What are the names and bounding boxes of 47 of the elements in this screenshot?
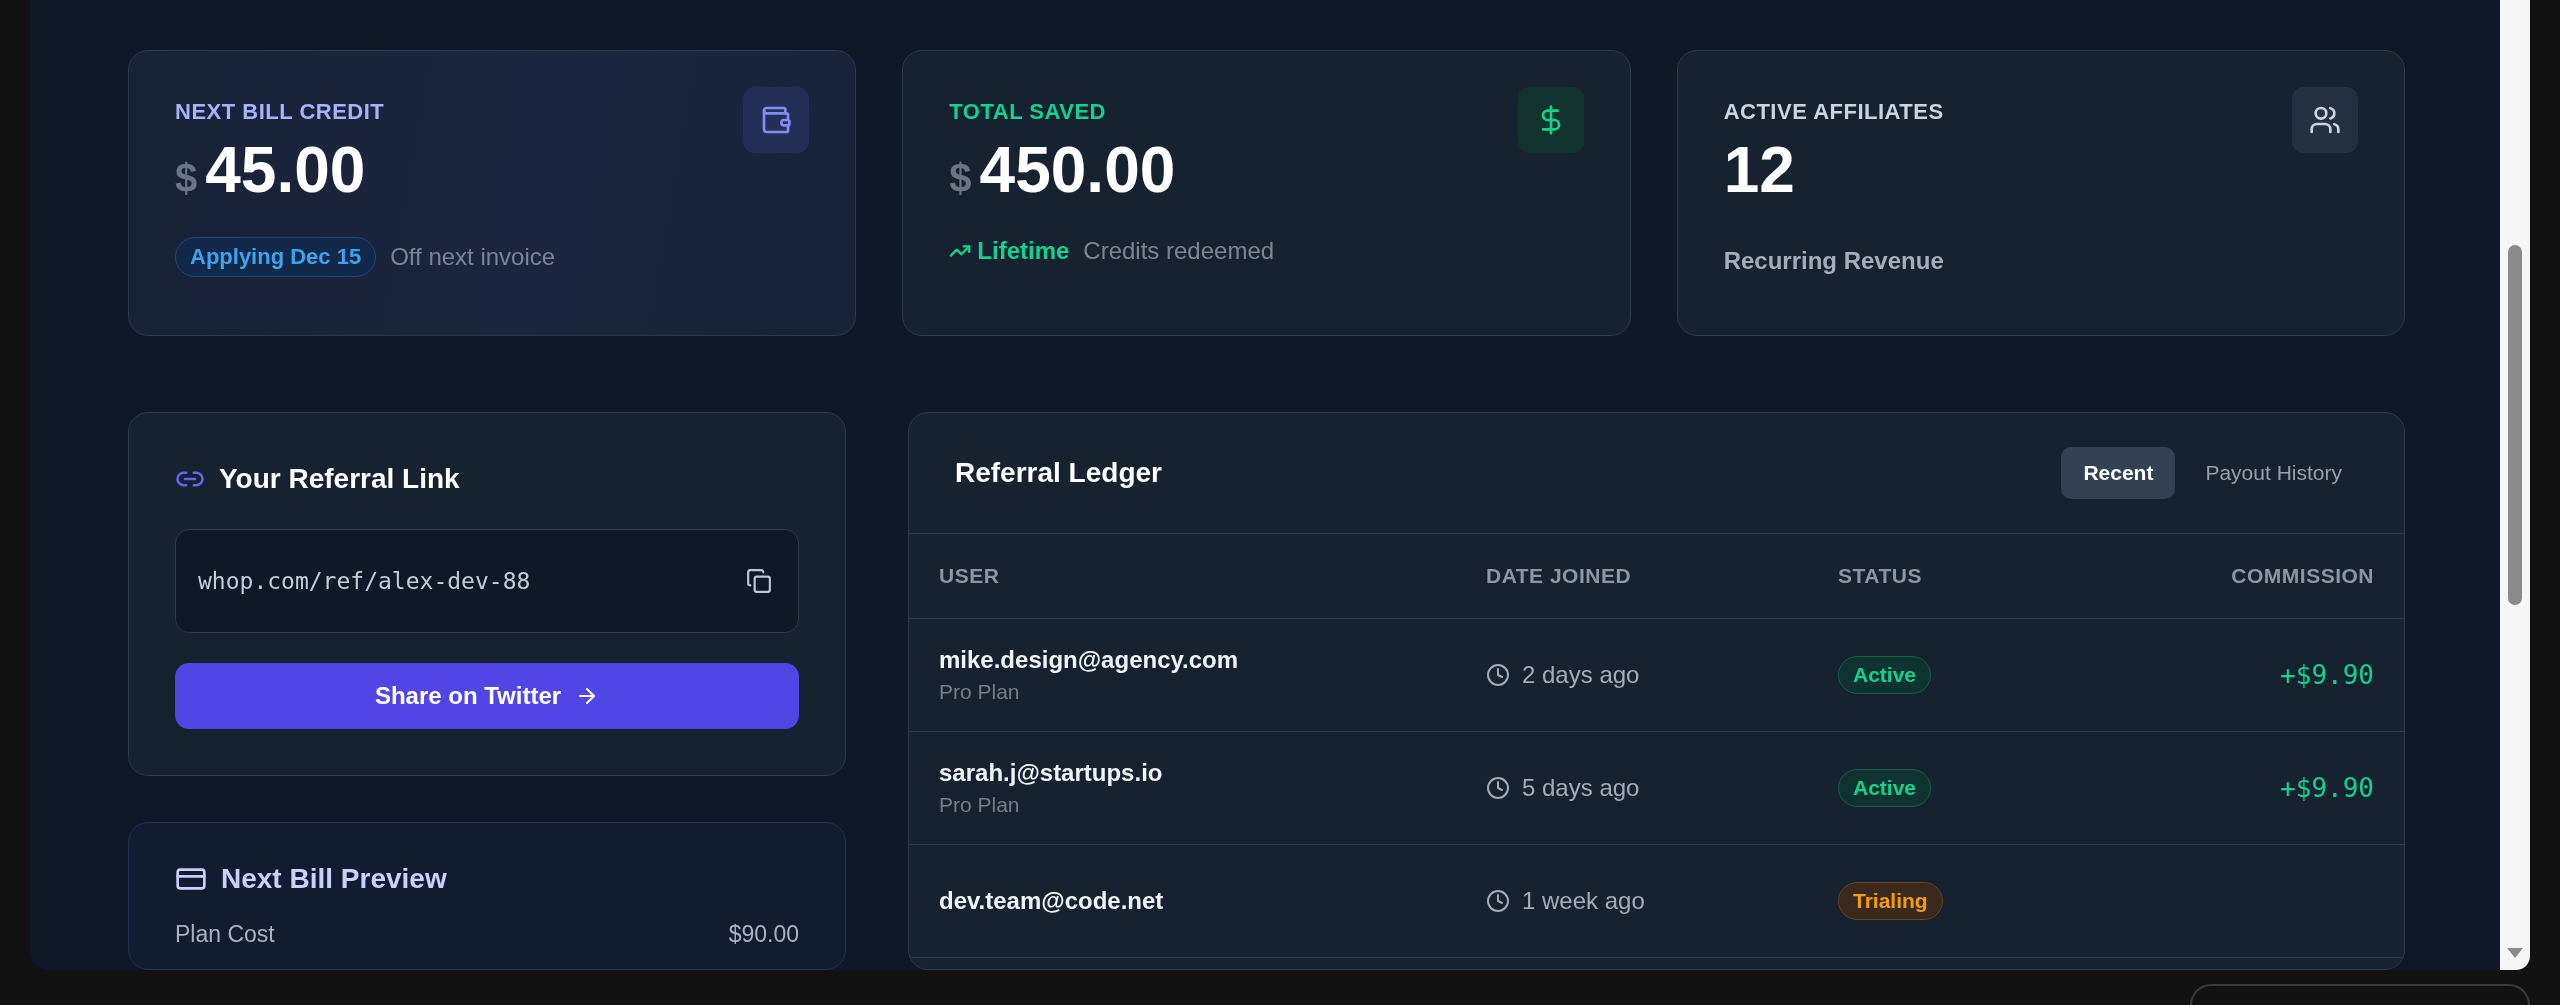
trend-text: Lifetime (977, 237, 1070, 265)
column-header: DATE JOINED (1486, 534, 1838, 619)
date-joined: 5 days ago (1522, 774, 1640, 802)
status-badge: Active (1838, 656, 1932, 694)
share-button[interactable]: Share on Twitter (175, 663, 799, 729)
status-badge: Trialing (1838, 882, 1943, 920)
user-email: dev.team@code.net (939, 887, 1164, 915)
referral-link-field[interactable]: whop.com/ref/alex-dev-88 (175, 529, 799, 633)
plan-name: Pro Plan (939, 793, 1021, 817)
bill-label: Plan Cost (175, 921, 275, 948)
tab[interactable]: Payout History (2183, 447, 2364, 499)
wallet-icon (760, 104, 793, 136)
scrollbar-thumb[interactable] (2508, 245, 2522, 605)
user-email: sarah.j@startups.io (939, 759, 1163, 787)
column-header: COMMISSION (2121, 534, 2404, 619)
bill-amount: $90.00 (728, 921, 799, 948)
stat-note: Off next invoice (390, 243, 556, 271)
status-badge: Active (1838, 769, 1932, 807)
clock-icon (1486, 889, 1510, 913)
stat-label: ACTIVE AFFILIATES (1723, 99, 1944, 125)
stat-value: 45.00 (205, 133, 366, 207)
scrollbar[interactable] (2500, 0, 2530, 970)
card-title: Your Referral Link (219, 463, 460, 495)
card-title: Referral Ledger (955, 457, 1162, 489)
user-email: mike.design@agency.com (939, 646, 1239, 674)
column-header: USER (909, 534, 1486, 619)
column-header: STATUS (1838, 534, 2121, 619)
commission-amount: +$9.90 (2280, 773, 2374, 803)
card-title: Next Bill Preview (221, 863, 447, 895)
date-badge: Applying Dec 15 (175, 237, 377, 277)
currency-symbol: $ (175, 156, 198, 201)
plan-name: Pro Plan (939, 680, 1021, 704)
stat-label: TOTAL SAVED (949, 99, 1106, 125)
stat-note: Credits redeemed (1083, 237, 1275, 265)
stat-note: Recurring Revenue (1723, 247, 1944, 275)
currency-symbol: $ (949, 156, 972, 201)
stat-value: 12 (1723, 133, 1795, 207)
clock-icon (1486, 663, 1510, 687)
users-icon (2309, 104, 2341, 136)
stat-value: 450.00 (979, 133, 1176, 207)
date-joined: 2 days ago (1522, 661, 1640, 689)
commission-amount: +$9.90 (2280, 660, 2374, 690)
tab[interactable]: Recent (2061, 447, 2176, 499)
clock-icon (1486, 776, 1510, 800)
stat-label: NEXT BILL CREDIT (175, 99, 385, 125)
date-joined: 1 week ago (1522, 887, 1645, 915)
scroll-down-icon[interactable] (2507, 948, 2523, 958)
